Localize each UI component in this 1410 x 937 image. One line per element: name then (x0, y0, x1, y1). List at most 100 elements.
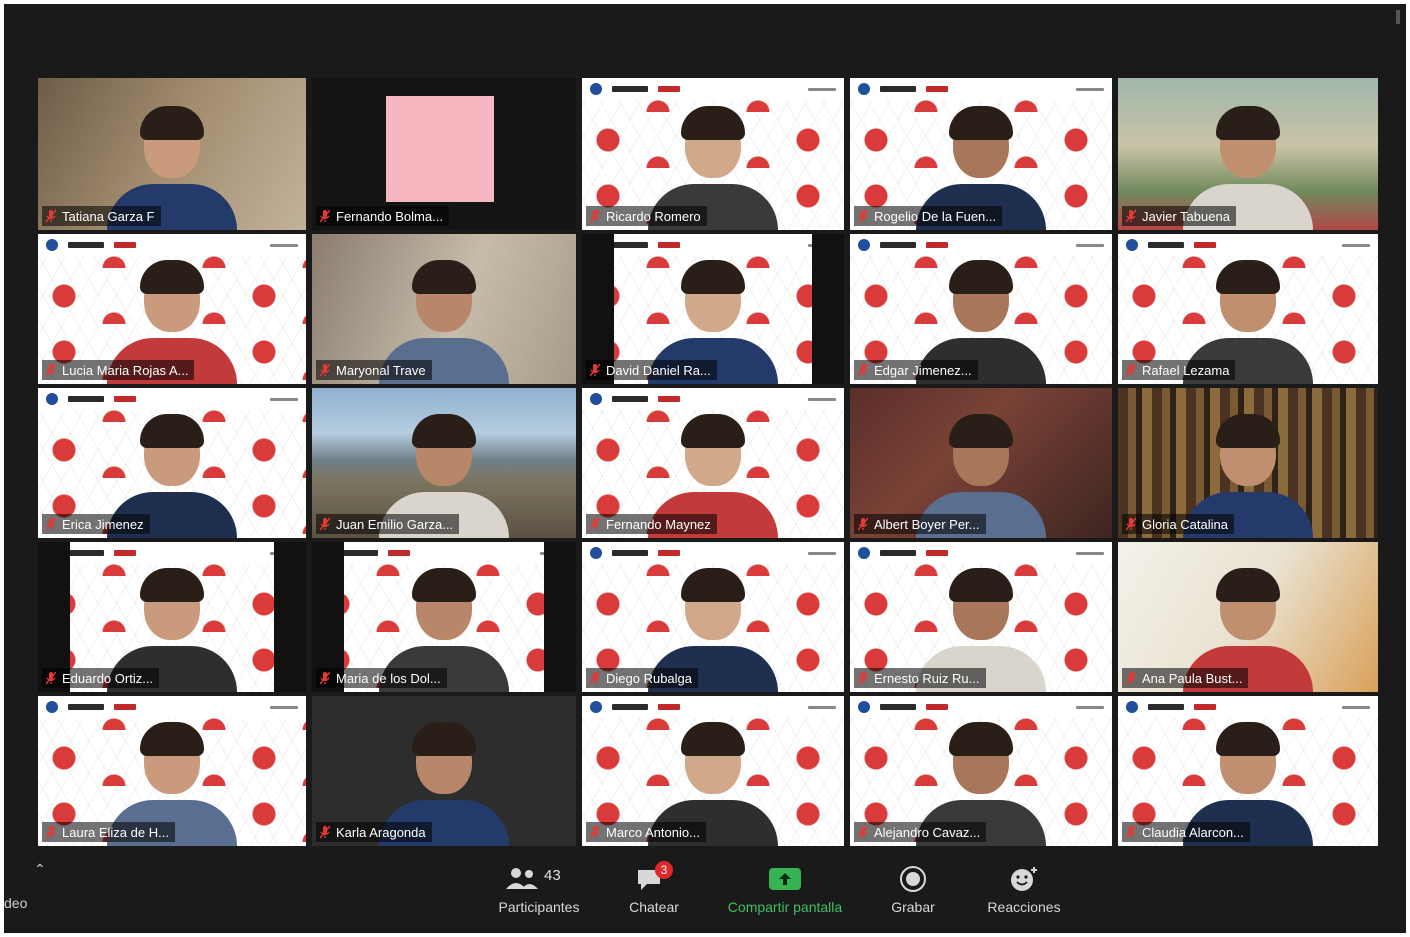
zoom-meeting-window: Tatiana Garza F Fernando Bolma... Ricardo … (4, 4, 1406, 933)
virtual-background-header (1118, 234, 1378, 256)
participant-name-tag: Juan Emilio Garza... (316, 514, 460, 534)
participant-tile[interactable]: Fernando Maynez (582, 388, 844, 538)
participant-name: Erica Jimenez (62, 516, 144, 532)
virtual-background-header (38, 542, 306, 564)
participant-name-tag: Diego Rubalga (586, 668, 699, 688)
participant-name-tag: Albert Boyer Per... (854, 514, 986, 534)
participant-name-tag: Javier Tabuena (1122, 206, 1236, 226)
participant-name-tag: Lucia Maria Rojas A... (42, 360, 195, 380)
muted-mic-icon (590, 209, 600, 223)
participant-tile[interactable]: Juan Emilio Garza... (312, 388, 576, 538)
participant-name: Albert Boyer Per... (874, 516, 980, 532)
participant-tile[interactable]: Javier Tabuena (1118, 78, 1378, 230)
participant-name: Fernando Bolma... (336, 208, 443, 224)
participants-icon (506, 868, 538, 889)
muted-mic-icon (320, 209, 330, 223)
participant-tile[interactable]: Eduardo Ortiz... (38, 542, 306, 692)
participant-tile[interactable]: Gloria Catalina (1118, 388, 1378, 538)
virtual-background-header (850, 542, 1112, 564)
participant-name-tag: Edgar Jimenez... (854, 360, 978, 380)
participant-tile[interactable]: Tatiana Garza F (38, 78, 306, 230)
participant-tile[interactable]: Edgar Jimenez... (850, 234, 1112, 384)
participants-button[interactable]: 43 Participantes (487, 865, 591, 915)
muted-mic-icon (1126, 671, 1136, 685)
reactions-button[interactable]: Reacciones (974, 865, 1074, 915)
participant-name: Maria de los Dol... (336, 670, 441, 686)
record-label: Grabar (891, 899, 935, 915)
participant-tile[interactable]: Diego Rubalga (582, 542, 844, 692)
participant-name: Lucia Maria Rojas A... (62, 362, 189, 378)
muted-mic-icon (590, 825, 600, 839)
participant-tile[interactable]: Albert Boyer Per... (850, 388, 1112, 538)
virtual-background-header (38, 234, 306, 256)
participant-tile[interactable]: Karla Aragonda (312, 696, 576, 846)
participant-name-tag: Rafael Lezama (1122, 360, 1236, 380)
participant-tile[interactable]: Marco Antonio... (582, 696, 844, 846)
muted-mic-icon (46, 363, 56, 377)
participant-tile[interactable]: Rafael Lezama (1118, 234, 1378, 384)
participant-tile[interactable]: Claudia Alarcon... (1118, 696, 1378, 846)
participant-name-tag: Rogelio De la Fuen... (854, 206, 1003, 226)
reactions-label: Reacciones (987, 899, 1061, 915)
muted-mic-icon (858, 825, 868, 839)
muted-mic-icon (1126, 825, 1136, 839)
participant-tile[interactable]: Rogelio De la Fuen... (850, 78, 1112, 230)
participant-tile[interactable]: Fernando Bolma... (312, 78, 576, 230)
muted-mic-icon (590, 363, 600, 377)
participant-name: Claudia Alarcon... (1142, 824, 1244, 840)
record-button[interactable]: Grabar (878, 865, 948, 915)
participant-name-tag: Eduardo Ortiz... (42, 668, 160, 688)
participant-name: Diego Rubalga (606, 670, 693, 686)
participant-name: Ana Paula Bust... (1142, 670, 1243, 686)
participant-tile[interactable]: Laura Eliza de H... (38, 696, 306, 846)
video-button-label[interactable]: deo (4, 895, 27, 911)
virtual-background-header (582, 388, 844, 410)
virtual-background-header (850, 696, 1112, 718)
virtual-background-header (582, 234, 844, 256)
participant-name-tag: Ernesto Ruiz Ru... (854, 668, 986, 688)
muted-mic-icon (858, 671, 868, 685)
participant-name-tag: Ana Paula Bust... (1122, 668, 1249, 688)
window-scroll-indicator (1396, 10, 1400, 24)
participant-tile[interactable]: Lucia Maria Rojas A... (38, 234, 306, 384)
participant-tile[interactable]: Alejandro Cavaz... (850, 696, 1112, 846)
share-screen-button[interactable]: Compartir pantalla (710, 865, 860, 915)
participant-name-tag: Maryonal Trave (316, 360, 432, 380)
virtual-background-header (38, 696, 306, 718)
muted-mic-icon (320, 825, 330, 839)
participant-name: Fernando Maynez (606, 516, 711, 532)
muted-mic-icon (590, 517, 600, 531)
participant-name: Alejandro Cavaz... (874, 824, 981, 840)
virtual-background-header (850, 234, 1112, 256)
chat-button[interactable]: 3 Chatear (617, 861, 691, 915)
participant-tile[interactable]: David Daniel Ra... (582, 234, 844, 384)
participant-name: Juan Emilio Garza... (336, 516, 454, 532)
participant-name-tag: Karla Aragonda (316, 822, 432, 842)
chat-label: Chatear (629, 899, 679, 915)
participant-name-tag: Ricardo Romero (586, 206, 707, 226)
virtual-background-header (582, 78, 844, 100)
participant-name-tag: Marco Antonio... (586, 822, 706, 842)
participant-name: Edgar Jimenez... (874, 362, 972, 378)
participants-label: Participantes (498, 899, 580, 915)
participant-tile[interactable]: Ernesto Ruiz Ru... (850, 542, 1112, 692)
muted-mic-icon (1126, 209, 1136, 223)
virtual-background-header (850, 78, 1112, 100)
virtual-background-header (1118, 696, 1378, 718)
participant-name: Gloria Catalina (1142, 516, 1228, 532)
participant-tile[interactable]: Maryonal Trave (312, 234, 576, 384)
video-options-chevron-icon[interactable]: ⌃ (34, 861, 46, 878)
participant-tile[interactable]: Ricardo Romero (582, 78, 844, 230)
participant-name-tag: Erica Jimenez (42, 514, 150, 534)
participant-tile[interactable]: Erica Jimenez (38, 388, 306, 538)
participant-name-tag: Claudia Alarcon... (1122, 822, 1250, 842)
participant-name: Tatiana Garza F (62, 208, 155, 224)
participant-name-tag: Tatiana Garza F (42, 206, 161, 226)
meeting-toolbar: ⌃ deo 43 Participantes 3 Chatear Compart… (4, 855, 1406, 933)
participant-name: Rafael Lezama (1142, 362, 1230, 378)
muted-mic-icon (46, 825, 56, 839)
muted-mic-icon (858, 517, 868, 531)
participant-name: Maryonal Trave (336, 362, 426, 378)
participant-tile[interactable]: Maria de los Dol... (312, 542, 576, 692)
participant-tile[interactable]: Ana Paula Bust... (1118, 542, 1378, 692)
